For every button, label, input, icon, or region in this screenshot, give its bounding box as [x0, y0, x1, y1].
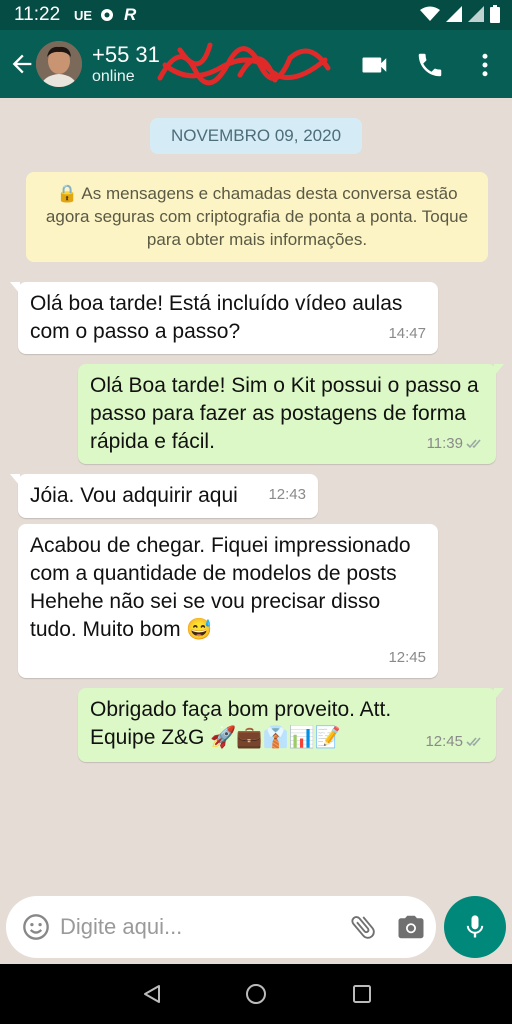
battery-icon	[490, 5, 500, 23]
read-ticks-icon	[466, 439, 481, 449]
more-vert-icon[interactable]	[470, 50, 500, 80]
emoji-icon[interactable]	[22, 913, 50, 941]
message-time-text: 12:45	[388, 649, 426, 666]
status-indicator-r: R	[124, 5, 137, 24]
avatar-image	[36, 41, 82, 87]
status-icons	[420, 5, 500, 23]
message-text: Acabou de chegar. Fiquei impressionado c…	[30, 534, 411, 641]
message-incoming[interactable]: Olá boa tarde! Está incluído vídeo aulas…	[10, 282, 438, 354]
message-time-text: 14:47	[388, 325, 426, 342]
message-time: 12:45	[425, 728, 484, 756]
signal-icon	[446, 6, 462, 22]
message-text: Jóia. Vou adquirir aqui	[30, 484, 238, 507]
message-outgoing[interactable]: Obrigado faça bom proveito. Att. Equipe …	[78, 688, 504, 762]
signal-icon-2	[468, 6, 484, 22]
message-time-text: 12:43	[268, 486, 306, 503]
bubble-tail	[494, 688, 504, 700]
message-incoming[interactable]: Jóia. Vou adquirir aqui 12:43	[10, 474, 318, 518]
bubble-tail	[494, 364, 504, 376]
redaction-scribble	[157, 42, 331, 86]
video-call-icon[interactable]	[360, 50, 390, 80]
bubble-tail	[10, 474, 20, 486]
message-time: 11:39	[427, 430, 484, 458]
message-composer	[6, 896, 436, 958]
back-arrow-icon[interactable]	[8, 50, 36, 78]
mic-button[interactable]	[444, 896, 506, 958]
message-time-text: 12:45	[425, 733, 463, 750]
message-outgoing[interactable]: Olá Boa tarde! Sim o Kit possui o passo …	[78, 364, 504, 464]
bubble-tail	[10, 282, 20, 294]
status-indicator-ue: UE	[74, 8, 93, 23]
contact-status: online	[92, 68, 135, 85]
status-time: 11:22	[14, 4, 61, 25]
mic-icon	[466, 915, 484, 938]
phone-icon[interactable]	[415, 50, 445, 80]
message-time: 14:47	[388, 320, 426, 348]
nav-home-icon[interactable]	[244, 982, 268, 1006]
message-time-text: 11:39	[426, 435, 463, 452]
message-time: 12:45	[388, 644, 426, 672]
message-text: Olá boa tarde! Está incluído vídeo aulas…	[30, 292, 403, 343]
nav-back-icon[interactable]	[140, 982, 164, 1006]
attach-icon[interactable]	[348, 912, 378, 942]
date-chip: NOVEMBRO 09, 2020	[150, 118, 362, 154]
assistant-icon	[101, 9, 113, 21]
message-input[interactable]	[60, 910, 330, 944]
wifi-icon	[420, 6, 440, 21]
status-bar: 11:22 UE R	[0, 0, 512, 30]
nav-recents-icon[interactable]	[350, 982, 374, 1006]
message-time: 12:43	[268, 481, 306, 509]
encryption-notice[interactable]: 🔒 As mensagens e chamadas desta conversa…	[26, 172, 488, 262]
read-ticks-icon	[466, 737, 481, 747]
message-incoming[interactable]: Acabou de chegar. Fiquei impressionado c…	[18, 524, 438, 678]
avatar[interactable]	[36, 41, 82, 87]
chat-header: +55 31 online	[0, 30, 512, 98]
message-text: Obrigado faça bom proveito. Att. Equipe …	[90, 698, 392, 749]
chat-area[interactable]: NOVEMBRO 09, 2020 🔒 As mensagens e chama…	[0, 98, 512, 964]
system-nav-bar	[0, 964, 512, 1024]
camera-icon[interactable]	[396, 912, 426, 942]
